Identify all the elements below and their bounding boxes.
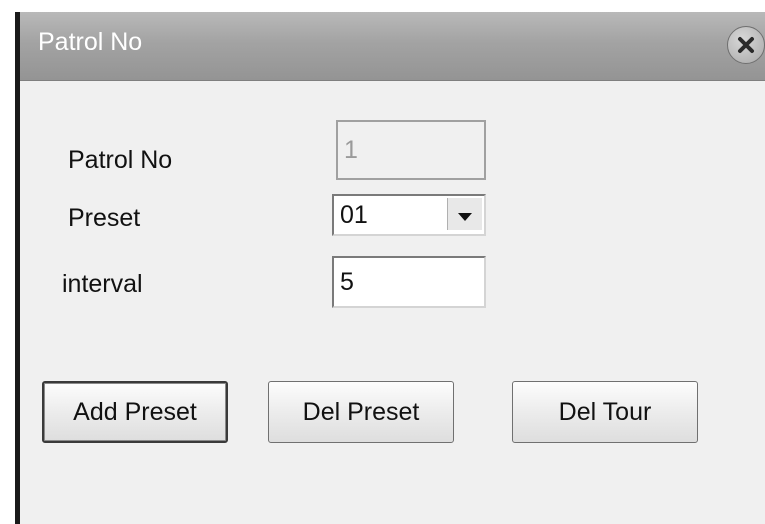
interval-input[interactable] — [332, 256, 486, 308]
patrol-no-label: Patrol No — [68, 146, 173, 174]
del-tour-button[interactable]: Del Tour — [512, 381, 698, 443]
add-preset-button[interactable]: Add Preset — [42, 381, 228, 443]
preset-select[interactable]: 01 — [332, 194, 486, 236]
close-button[interactable] — [727, 26, 765, 64]
patrol-no-field — [336, 120, 486, 180]
preset-dropdown-button[interactable] — [447, 198, 482, 230]
dialog-title: Patrol No — [38, 28, 143, 56]
preset-label: Preset — [68, 204, 141, 232]
chevron-down-icon — [457, 195, 473, 233]
interval-label: interval — [62, 270, 143, 298]
preset-selected-value: 01 — [340, 201, 368, 229]
close-icon — [736, 35, 756, 55]
del-preset-button[interactable]: Del Preset — [268, 381, 454, 443]
title-bar[interactable]: Patrol No — [20, 12, 765, 81]
patrol-dialog: Patrol No Patrol No Preset 01 interval A… — [15, 12, 765, 524]
